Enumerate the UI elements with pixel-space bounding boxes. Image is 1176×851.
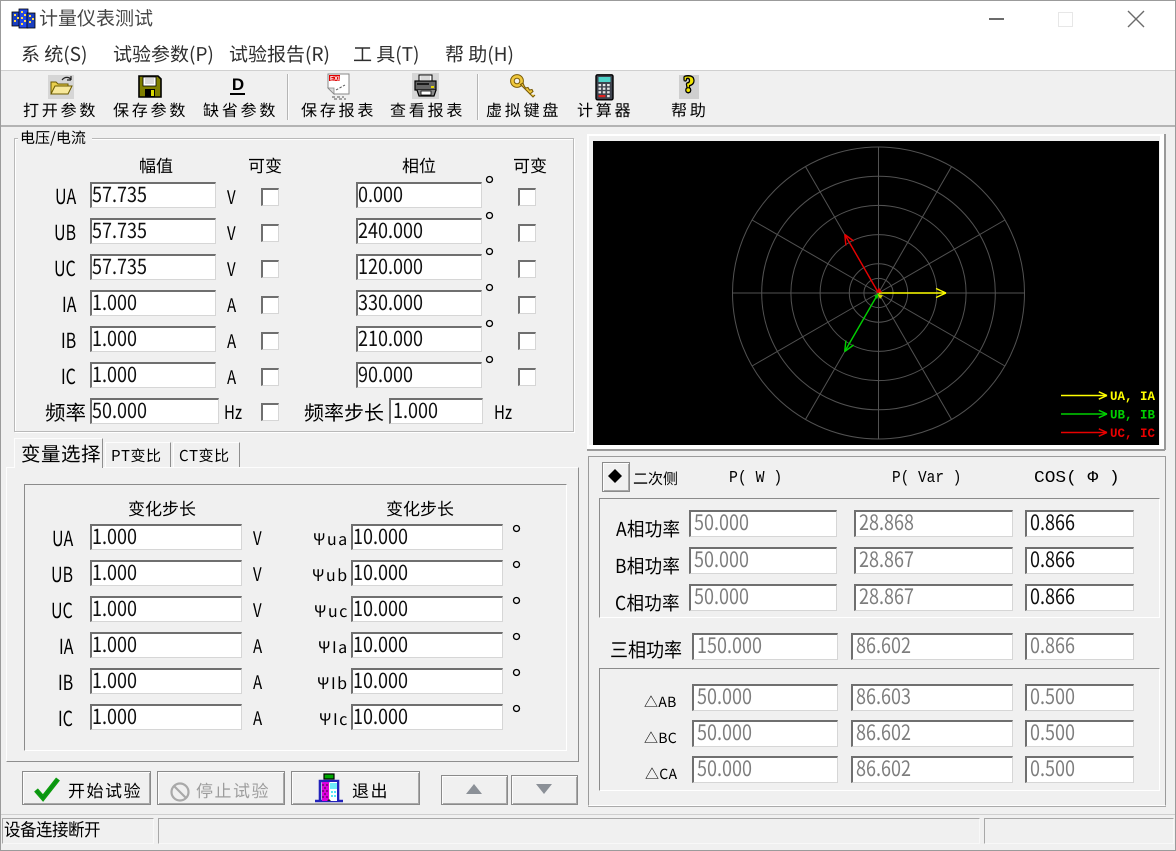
svg-text:UA, IA: UA, IA [1110, 390, 1156, 404]
svg-text:UC, IC: UC, IC [1110, 427, 1156, 441]
svg-text:EXL: EXL [330, 77, 342, 83]
svg-text:UB, IB: UB, IB [1110, 409, 1156, 423]
